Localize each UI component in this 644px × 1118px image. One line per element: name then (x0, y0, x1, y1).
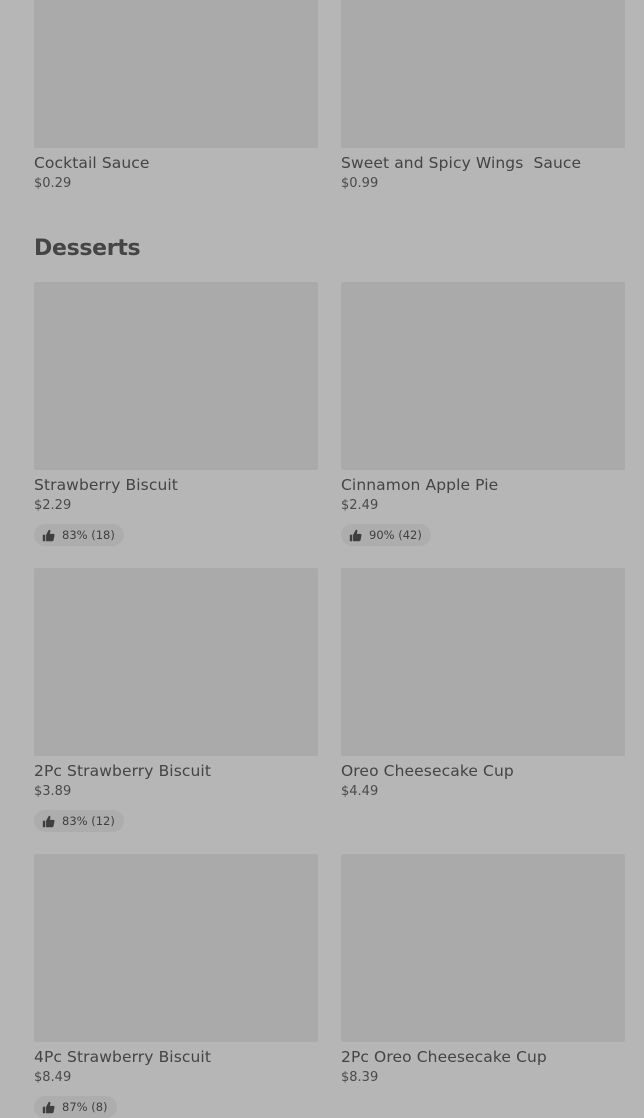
rating-text: 90% (42) (369, 528, 422, 542)
menu-page: Cocktail Sauce $0.29 Sweet and Spicy Win… (0, 0, 644, 1118)
item-price: $2.29 (34, 498, 72, 513)
rating-badge: 87% (8) (34, 1096, 117, 1118)
item-price: $3.89 (34, 784, 72, 799)
item-image[interactable] (341, 282, 625, 470)
menu-item-card[interactable]: Sweet and Spicy Wings Sauce $0.99 (341, 0, 625, 192)
rating-text: 87% (8) (62, 1100, 108, 1114)
item-image[interactable] (34, 568, 318, 756)
rating-text: 83% (12) (62, 814, 115, 828)
menu-item-card[interactable]: Cinnamon Apple Pie $2.49 90% (42) (341, 282, 625, 546)
item-name: 2Pc Oreo Cheesecake Cup (341, 1048, 547, 1066)
thumbs-up-icon (349, 529, 362, 541)
item-name: Cinnamon Apple Pie (341, 476, 499, 494)
item-price: $2.49 (341, 498, 379, 513)
item-image[interactable] (341, 568, 625, 756)
menu-item-card[interactable]: 4Pc Strawberry Biscuit $8.49 87% (8) (34, 854, 318, 1118)
item-image[interactable] (34, 854, 318, 1042)
rating-badge: 83% (12) (34, 810, 124, 832)
item-image[interactable] (34, 0, 318, 148)
rating-badge: 83% (18) (34, 524, 124, 546)
rating-text: 83% (18) (62, 528, 115, 542)
rating-badge: 90% (42) (341, 524, 431, 546)
thumbs-up-icon (42, 815, 55, 827)
menu-item-card[interactable]: Strawberry Biscuit $2.29 83% (18) (34, 282, 318, 546)
item-name: Cocktail Sauce (34, 154, 150, 172)
menu-item-card[interactable]: 2Pc Oreo Cheesecake Cup $8.39 (341, 854, 625, 1086)
item-image[interactable] (341, 0, 625, 148)
item-price: $8.49 (34, 1070, 72, 1085)
item-image[interactable] (34, 282, 318, 470)
section-title-desserts: Desserts (34, 236, 141, 261)
item-name: Oreo Cheesecake Cup (341, 762, 514, 780)
menu-item-card[interactable]: 2Pc Strawberry Biscuit $3.89 83% (12) (34, 568, 318, 832)
menu-item-card[interactable]: Cocktail Sauce $0.29 (34, 0, 318, 192)
item-price: $8.39 (341, 1070, 379, 1085)
item-name: 4Pc Strawberry Biscuit (34, 1048, 212, 1066)
thumbs-up-icon (42, 529, 55, 541)
item-name: Sweet and Spicy Wings Sauce (341, 154, 582, 172)
item-price: $0.29 (34, 176, 72, 191)
menu-item-card[interactable]: Oreo Cheesecake Cup $4.49 (341, 568, 625, 800)
item-price: $4.49 (341, 784, 379, 799)
item-price: $0.99 (341, 176, 379, 191)
item-image[interactable] (341, 854, 625, 1042)
item-name: 2Pc Strawberry Biscuit (34, 762, 212, 780)
thumbs-up-icon (42, 1101, 55, 1113)
item-name: Strawberry Biscuit (34, 476, 178, 494)
